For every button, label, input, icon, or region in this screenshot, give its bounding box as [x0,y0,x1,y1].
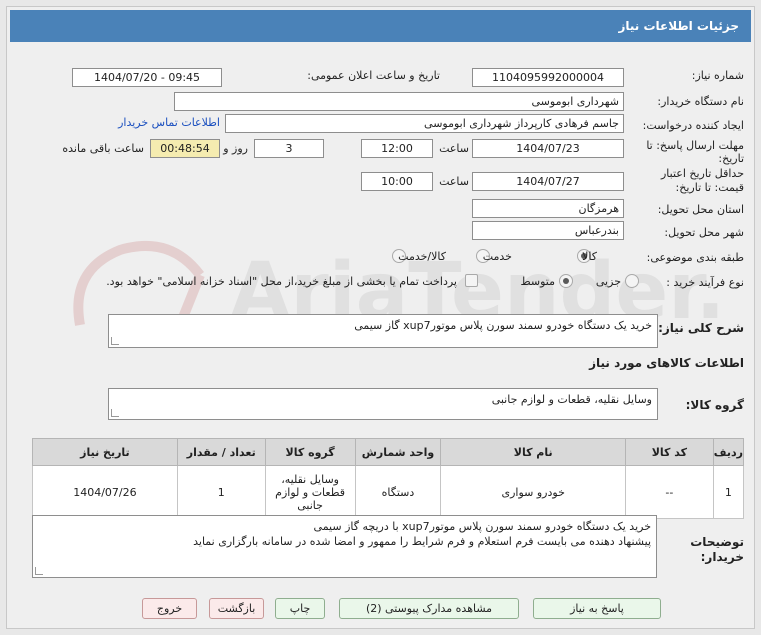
deadline-label-2: تاریخ: [718,152,744,165]
city-label: شهر محل تحویل: [664,226,744,239]
validity-time-label: ساعت [439,175,469,188]
exit-button[interactable]: خروج [142,598,197,619]
cell-unit: دستگاه [354,465,442,519]
days-label: روز و [223,142,248,155]
remaining-time-field[interactable]: 00:48:54 [150,139,220,158]
process-label: نوع فرآیند خرید : [666,276,744,289]
reply-button[interactable]: پاسخ به نیاز [533,598,661,619]
col-date-header: تاریخ نیاز [32,438,178,466]
treasury-payment-checkbox[interactable] [465,274,478,287]
deadline-time-label: ساعت [439,142,469,155]
cell-group: وسایل نقلیه، قطعات و لوازم جانبی [264,465,356,519]
cell-code: -- [624,465,714,519]
announce-label: تاریخ و ساعت اعلان عمومی: [307,69,440,82]
page-title: جزئیات اطلاعات نیاز [10,10,751,42]
need-number-label: شماره نیاز: [691,69,744,82]
category-service-label: خدمت [482,250,512,263]
summary-field[interactable]: خرید یک دستگاه خودرو سمند سورن پلاس موتو… [108,314,658,348]
col-code-header: کد کالا [624,438,714,466]
process-minor-label: جزیی [595,275,621,288]
deadline-date-field[interactable]: 1404/07/23 [472,139,624,158]
category-both-label: کالا/خدمت [398,250,446,263]
buyer-notes-label: توضیحات [690,535,744,549]
buyer-notes-line-2: پیشنهاد دهنده می بایست فرم استعلام و فرم… [193,535,651,548]
province-label: استان محل تحویل: [657,203,744,216]
category-label: طبقه بندی موضوعی: [646,251,744,264]
print-button[interactable]: چاپ [275,598,325,619]
deadline-time-field[interactable]: 12:00 [361,139,433,158]
province-field[interactable]: هرمزگان [472,199,624,218]
creator-field[interactable]: جاسم فرهادی کارپرداز شهرداری ابوموسی [225,114,624,133]
announce-field[interactable]: 1404/07/20 - 09:45 [72,68,222,87]
remaining-label: ساعت باقی مانده [62,142,144,155]
buyer-contact-link[interactable]: اطلاعات تماس خریدار [118,116,220,129]
resize-grip-icon[interactable] [35,567,43,575]
resize-grip-icon[interactable] [111,337,119,345]
process-medium-radio[interactable] [559,274,573,288]
goods-group-text: وسایل نقلیه، قطعات و لوازم جانبی [491,393,652,406]
cell-name: خودرو سواری [440,465,626,519]
goods-table: ردیف کد کالا نام کالا واحد شمارش گروه کا… [32,438,745,519]
cell-row: 1 [712,465,745,519]
goods-info-title: اطلاعات کالاهای مورد نیاز [589,356,744,370]
resize-grip-icon[interactable] [111,409,119,417]
process-medium-label: متوسط [520,275,555,288]
days-field[interactable]: 3 [254,139,324,158]
need-number-field[interactable]: 1104095992000004 [472,68,624,87]
goods-group-label: گروه کالا: [685,398,744,412]
table-header-row: ردیف کد کالا نام کالا واحد شمارش گروه کا… [32,438,745,466]
col-qty-header: تعداد / مقدار [176,438,266,466]
cell-qty: 1 [176,465,266,519]
validity-date-field[interactable]: 1404/07/27 [472,172,624,191]
validity-time-field[interactable]: 10:00 [361,172,433,191]
col-group-header: گروه کالا [264,438,356,466]
cell-date: 1404/07/26 [32,465,178,519]
buyer-notes-field[interactable]: خرید یک دستگاه خودرو سمند سورن پلاس موتو… [32,515,657,578]
creator-label: ایجاد کننده درخواست: [642,119,744,132]
table-row[interactable]: 1 -- خودرو سواری دستگاه وسایل نقلیه، قطع… [32,465,745,519]
buyer-field[interactable]: شهرداری ابوموسی [174,92,624,111]
attachments-button[interactable]: مشاهده مدارک پیوستی (2) [339,598,519,619]
buyer-notes-line-1: خرید یک دستگاه خودرو سمند سورن پلاس موتو… [313,520,651,533]
back-button[interactable]: بازگشت [209,598,264,619]
col-name-header: نام کالا [440,438,626,466]
validity-label-2: قیمت: تا تاریخ: [675,181,744,194]
col-unit-header: واحد شمارش [354,438,442,466]
buyer-notes-label-2: خریدار: [700,550,744,564]
treasury-payment-note: پرداخت تمام یا بخشی از مبلغ خرید،از محل … [106,275,457,288]
goods-group-field[interactable]: وسایل نقلیه، قطعات و لوازم جانبی [108,388,658,420]
process-minor-radio[interactable] [625,274,639,288]
buyer-label: نام دستگاه خریدار: [657,95,744,108]
summary-label: شرح کلی نیاز: [658,321,744,335]
deadline-label: مهلت ارسال پاسخ: تا [646,139,744,152]
category-goods-label: کالا [582,250,597,263]
validity-label: حداقل تاریخ اعتبار [660,167,744,180]
city-field[interactable]: بندرعباس [472,221,624,240]
col-row-header: ردیف [712,438,745,466]
summary-text: خرید یک دستگاه خودرو سمند سورن پلاس موتو… [354,319,652,332]
